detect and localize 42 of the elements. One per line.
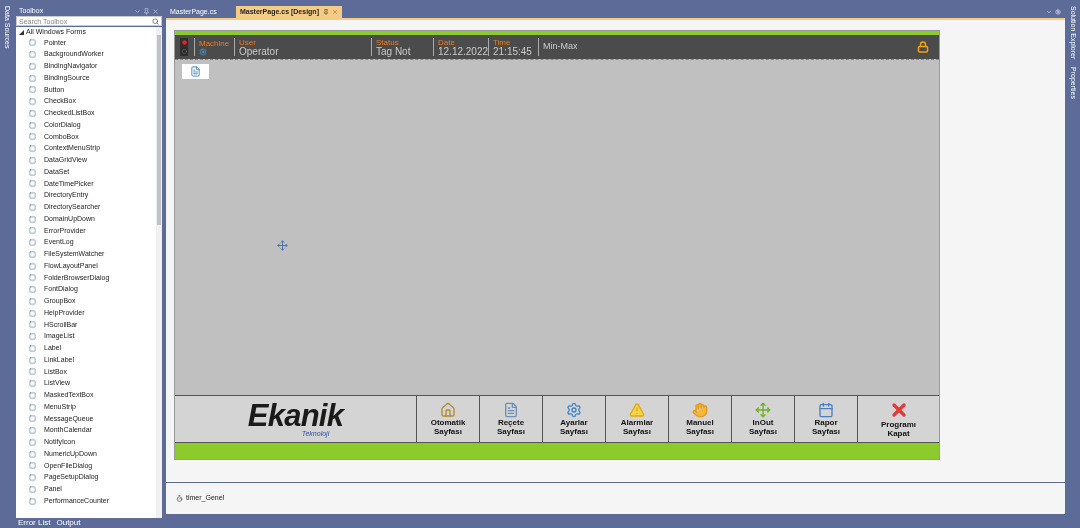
field-value: 21:15:45 [493,46,533,57]
house-icon [440,402,456,418]
close-icon[interactable] [332,9,338,15]
arrows-icon [755,402,771,418]
dropdown-icon[interactable] [1046,9,1052,15]
field-label: User [239,37,257,47]
field-label: Date [438,37,456,47]
nav-button[interactable]: Alarmlar Sayfası [606,396,669,442]
hand-icon [692,402,708,418]
field-label: Status [376,37,400,47]
warning-icon [629,402,645,418]
field-value: Operator [239,46,280,57]
logo-name: Ekanik [247,401,344,430]
signal-light-icon [180,38,188,56]
gear-icon [566,402,582,418]
nav-button[interactable]: InOut Sayfası [732,396,795,442]
nav-button[interactable]: Programı Kapat [858,396,939,442]
move-icon[interactable] [277,240,288,251]
machine-icon [199,47,207,56]
image-icon[interactable] [182,64,209,79]
scrollbar[interactable] [156,27,162,518]
field-value: Tag Not [376,46,412,57]
field-value: Min-Max [543,40,579,54]
field-value: 12.12.2022 [438,46,488,57]
dropdown-icon[interactable] [134,7,141,15]
calendar-icon [818,402,834,418]
field-label: Time [493,37,512,47]
pin-icon[interactable] [323,9,329,15]
nav-button[interactable]: Rapor Sayfası [795,396,858,442]
nav-button[interactable]: Otomatik Sayfası [417,396,480,442]
settings-icon[interactable] [1055,9,1061,15]
field-label: Machine [199,38,231,48]
nav-button[interactable]: Reçete Sayfası [480,396,543,442]
nav-button[interactable]: Manuel Sayfası [669,396,732,442]
document-icon [503,402,519,418]
lock-icon[interactable] [917,41,929,53]
nav-button[interactable]: Ayarlar Sayfası [543,396,606,442]
timer-icon [176,495,183,502]
bottom-tab[interactable]: Output [56,518,81,527]
search-icon [152,17,159,25]
bottom-tab[interactable]: Error List [18,518,51,527]
pin-icon[interactable] [143,7,150,15]
